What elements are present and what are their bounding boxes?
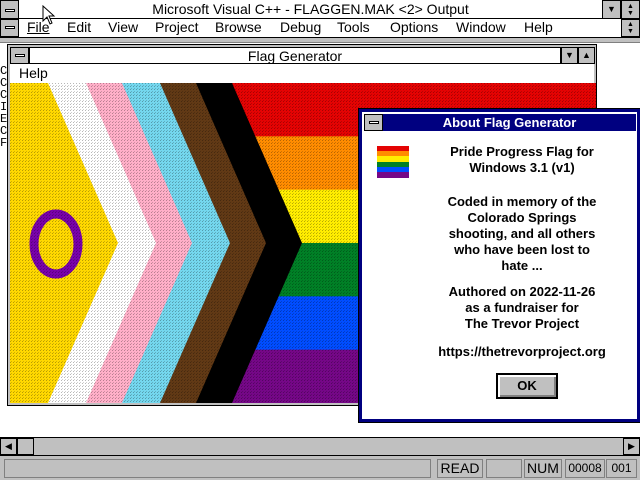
status-message-panel [4,459,431,478]
about-dialog: About Flag Generator Pride Progress Flag… [358,108,640,423]
system-menu-icon [5,9,15,12]
status-num: NUM [527,460,559,476]
menu-debug[interactable]: Debug [280,19,321,36]
scroll-right-button[interactable]: ▶ [623,438,640,455]
memo-line: who have been lost to [454,242,590,257]
doc-system-menu-button[interactable] [0,19,19,37]
memo-line: Coded in memory of the [447,194,597,209]
menu-options[interactable]: Options [390,19,438,36]
menu-help[interactable]: Help [524,19,553,36]
status-col: 001 [611,461,632,475]
down-arrow-icon: ▼ [627,9,634,17]
down-arrow-icon: ▼ [627,28,634,35]
menu-browse[interactable]: Browse [215,19,262,36]
scroll-thumb[interactable] [17,438,34,455]
app-title: Microsoft Visual C++ - FLAGGEN.MAK <2> O… [152,1,469,17]
mouse-cursor-icon [42,5,56,25]
flag-window-title-bar: Flag Generator [29,47,561,64]
flag-maximize-button[interactable]: ▲ [578,47,595,64]
up-arrow-icon: ▲ [627,21,634,28]
flag-app-icon [377,146,409,178]
status-ovr-panel [486,459,522,478]
status-read-panel: READ [437,459,483,478]
ok-label: OK [517,378,537,393]
menu-window[interactable]: Window [456,19,506,36]
memo-line: hate ... [501,258,543,273]
authored-line: Authored on 2022-11-26 [448,284,596,299]
system-menu-icon [15,54,25,57]
url-text: https://thetrevorproject.org [438,344,606,359]
status-line-panel: 00008 [565,459,605,478]
app-menu-bar: File Edit View Project Browse Debug Tool… [0,19,640,38]
up-arrow-icon: ▲ [582,50,591,60]
menu-tools[interactable]: Tools [337,19,370,36]
menu-project[interactable]: Project [155,19,199,36]
heading-line: Pride Progress Flag for [450,144,594,159]
flag-menu-bar: Help [10,64,594,83]
flag-menu-help[interactable]: Help [19,64,48,83]
app-minimize-button[interactable]: ▼ [602,0,621,19]
memo-line: shooting, and all others [448,226,596,241]
status-bar: READ NUM 00008 001 [0,456,640,480]
right-arrow-icon: ▶ [628,441,635,451]
status-num-panel: NUM [524,459,562,478]
horizontal-scrollbar[interactable]: ◀ ▶ [0,437,640,456]
down-arrow-icon: ▼ [565,50,574,60]
about-system-menu-button[interactable] [364,114,383,131]
authored-line: as a fundraiser for [465,300,579,315]
menu-view[interactable]: View [108,19,138,36]
heading-line: Windows 3.1 (v1) [469,160,575,175]
about-memo: Coded in memory of the Colorado Springs … [422,194,622,274]
about-authored: Authored on 2022-11-26 as a fundraiser f… [422,284,622,332]
system-menu-icon [369,121,379,124]
about-title-bar: About Flag Generator [383,114,636,131]
app-restore-button[interactable]: ▲ ▼ [621,0,640,19]
menu-edit[interactable]: Edit [67,19,91,36]
system-menu-icon [5,26,15,29]
app-system-menu-button[interactable] [0,0,19,19]
authored-line: The Trevor Project [464,316,580,331]
flag-system-menu-button[interactable] [10,47,29,64]
flag-window-title: Flag Generator [247,48,343,64]
doc-restore-button[interactable]: ▲ ▼ [621,19,640,37]
up-arrow-icon: ▲ [627,2,634,10]
status-read: READ [440,460,480,476]
left-arrow-icon: ◀ [5,441,12,451]
scroll-left-button[interactable]: ◀ [0,438,17,455]
about-heading: Pride Progress Flag for Windows 3.1 (v1) [422,144,622,176]
down-arrow-icon: ▼ [607,4,616,14]
memo-line: Colorado Springs [467,210,577,225]
status-line: 00008 [568,461,602,475]
about-title: About Flag Generator [442,115,577,130]
app-title-bar: Microsoft Visual C++ - FLAGGEN.MAK <2> O… [19,0,602,19]
about-url[interactable]: https://thetrevorproject.org [402,344,640,360]
status-col-panel: 001 [606,459,637,478]
flag-minimize-button[interactable]: ▼ [561,47,578,64]
ok-button[interactable]: OK [496,373,558,399]
